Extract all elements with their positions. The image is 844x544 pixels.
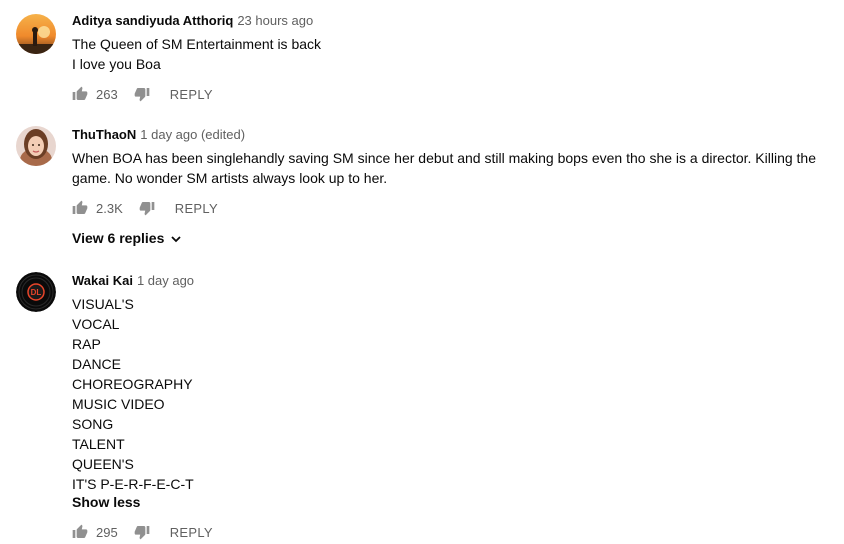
- comment-text: When BOA has been singlehandly saving SM…: [72, 148, 824, 188]
- thumb-down-icon[interactable]: [134, 524, 150, 540]
- thumb-down-icon[interactable]: [134, 86, 150, 102]
- view-replies-button[interactable]: View 6 replies: [72, 230, 182, 246]
- avatar[interactable]: [16, 14, 56, 54]
- comment-line: TALENT: [72, 436, 125, 452]
- comment-line: When BOA has been singlehandly saving SM…: [72, 150, 816, 166]
- thumb-up-icon[interactable]: [72, 524, 88, 540]
- comment-line: IT'S P-E-R-F-E-C-T: [72, 476, 194, 492]
- comment-body: Aditya sandiyuda Atthoriq 23 hours ago Th…: [72, 12, 824, 106]
- comment-time[interactable]: 23 hours ago: [237, 13, 313, 28]
- comment-line: game. No wonder SM artists always look u…: [72, 170, 388, 186]
- comment-header: ThuThaoN 1 day ago (edited): [72, 126, 824, 144]
- comment-line: QUEEN'S: [72, 456, 134, 472]
- comment-toolbar: 295 REPLY: [72, 520, 824, 544]
- avatar-label: DL: [31, 288, 42, 297]
- chevron-down-icon: [170, 232, 182, 244]
- comment-line: VOCAL: [72, 316, 120, 332]
- reply-button[interactable]: REPLY: [175, 201, 218, 216]
- comment-toolbar: 263 REPLY: [72, 82, 824, 106]
- comment-header: Wakai Kai 1 day ago: [72, 272, 824, 290]
- comment-line: The Queen of SM Entertainment is back: [72, 36, 322, 52]
- comment-line: RAP: [72, 336, 101, 352]
- author-name[interactable]: Aditya sandiyuda Atthoriq: [72, 13, 233, 28]
- comment-line: SONG: [72, 416, 114, 432]
- comment-line: VISUAL'S: [72, 296, 134, 312]
- reply-button[interactable]: REPLY: [170, 525, 213, 540]
- comment-body: ThuThaoN 1 day ago (edited) When BOA has …: [72, 126, 824, 248]
- comment-time[interactable]: 1 day ago (edited): [140, 127, 245, 142]
- view-replies-label: View 6 replies: [72, 230, 165, 246]
- thumb-up-icon[interactable]: [72, 86, 88, 102]
- comment-line: I love you Boa: [72, 56, 161, 72]
- comment-header: Aditya sandiyuda Atthoriq 23 hours ago: [72, 12, 824, 30]
- avatar[interactable]: [16, 126, 56, 166]
- thumb-up-icon[interactable]: [72, 200, 88, 216]
- reply-button[interactable]: REPLY: [170, 87, 213, 102]
- like-count: 295: [96, 524, 118, 540]
- comment-text: The Queen of SM Entertainment is back I …: [72, 34, 824, 74]
- comment-body: Wakai Kai 1 day ago VISUAL'S VOCAL RAP DA…: [72, 272, 824, 544]
- comment-line: DANCE: [72, 356, 122, 372]
- thumb-down-icon[interactable]: [139, 200, 155, 216]
- avatar[interactable]: DL: [16, 272, 56, 312]
- author-name[interactable]: ThuThaoN: [72, 127, 136, 142]
- comment-line: CHOREOGRAPHY: [72, 376, 193, 392]
- comment-time[interactable]: 1 day ago: [137, 273, 194, 288]
- show-less-button[interactable]: Show less: [72, 494, 140, 510]
- author-name[interactable]: Wakai Kai: [72, 273, 133, 288]
- comment-text: VISUAL'S VOCAL RAP DANCE CHOREOGRAPHY MU…: [72, 294, 824, 494]
- comment-line: MUSIC VIDEO: [72, 396, 165, 412]
- comment-toolbar: 2.3K REPLY: [72, 196, 824, 220]
- like-count: 2.3K: [96, 200, 123, 216]
- like-count: 263: [96, 86, 118, 102]
